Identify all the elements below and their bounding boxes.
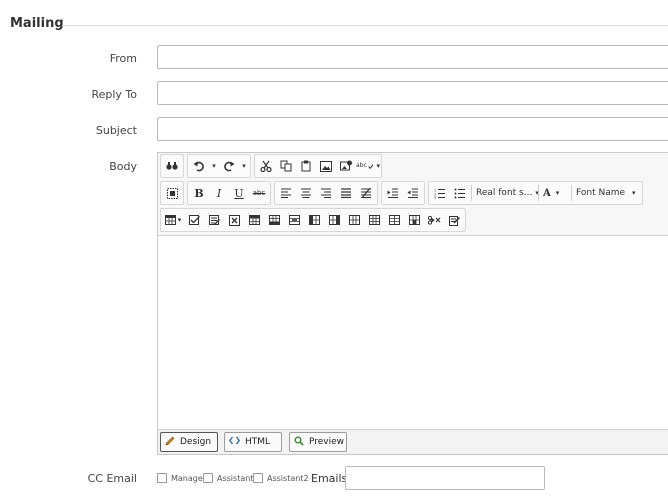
spellcheck-icon[interactable]: abc ▾: [356, 156, 380, 176]
undo-dropdown-icon[interactable]: ▾: [209, 156, 219, 176]
section-divider: [62, 25, 668, 26]
edit-table-icon[interactable]: [444, 210, 464, 230]
manager-label: Manager: [171, 473, 207, 483]
indent-group: [381, 181, 425, 205]
svg-text:3: 3: [434, 196, 436, 199]
cell-properties-icon[interactable]: [404, 210, 424, 230]
bulleted-list-icon[interactable]: [450, 183, 470, 203]
italic-button[interactable]: I: [209, 183, 229, 203]
text-style-group: B I U abc: [187, 181, 271, 205]
find-replace-icon[interactable]: [162, 156, 182, 176]
strikethrough-button[interactable]: abc: [249, 183, 269, 203]
delete-cell-icon[interactable]: [424, 210, 444, 230]
section-title: Mailing: [10, 16, 64, 31]
pencil-icon: [165, 436, 175, 449]
justify-icon[interactable]: [336, 183, 356, 203]
cc-option-assistant1[interactable]: Assistant1: [203, 473, 259, 483]
subject-field[interactable]: [157, 117, 668, 141]
clipboard-group: abc ▾: [254, 154, 382, 178]
image-manager-icon[interactable]: [336, 156, 356, 176]
code-icon: [228, 436, 241, 448]
editor-toolbar: ▾ ▾ abc ▾ B I U abc 1 2 3 Real font s...…: [158, 153, 668, 236]
align-right-icon[interactable]: [316, 183, 336, 203]
assistant2-checkbox[interactable]: [253, 473, 263, 483]
manager-checkbox[interactable]: [157, 473, 167, 483]
preview-mode-button[interactable]: Preview: [289, 432, 347, 452]
align-center-icon[interactable]: [296, 183, 316, 203]
delete-row-icon[interactable]: [284, 210, 304, 230]
undo-redo-group: ▾ ▾: [187, 154, 251, 178]
editor-content-area[interactable]: [158, 236, 668, 430]
font-name-dropdown[interactable]: Font Name ▾: [573, 183, 641, 203]
indent-icon[interactable]: [383, 183, 403, 203]
from-label: From: [109, 52, 137, 65]
alignment-group: [274, 181, 378, 205]
select-all-group: [160, 181, 184, 205]
table-wizard-icon[interactable]: [184, 210, 204, 230]
assistant2-label: Assistant2: [267, 473, 309, 483]
redo-icon[interactable]: [219, 156, 239, 176]
magnifier-icon: [294, 436, 304, 449]
split-cell-icon[interactable]: [384, 210, 404, 230]
cc-email-label: CC Email: [87, 472, 137, 485]
bold-button[interactable]: B: [189, 183, 209, 203]
numbered-list-icon[interactable]: 123: [430, 183, 450, 203]
font-group: 123 Real font s...▾ A▾ Font Name▾: [428, 181, 643, 205]
assistant1-checkbox[interactable]: [203, 473, 213, 483]
from-field[interactable]: [157, 45, 668, 69]
delete-table-icon[interactable]: [224, 210, 244, 230]
editor-mode-bar: Design HTML Preview: [158, 429, 668, 454]
cc-option-manager[interactable]: Manager: [157, 473, 206, 483]
cut-icon[interactable]: [256, 156, 276, 176]
real-font-size-dropdown[interactable]: Real font s...▾: [473, 183, 539, 203]
emails-field[interactable]: [345, 466, 545, 490]
merge-cells-icon[interactable]: [364, 210, 384, 230]
align-left-icon[interactable]: [276, 183, 296, 203]
design-mode-button[interactable]: Design: [160, 432, 218, 452]
find-group: [160, 154, 184, 178]
underline-button[interactable]: U: [229, 183, 249, 203]
paste-icon[interactable]: [296, 156, 316, 176]
copy-icon[interactable]: [276, 156, 296, 176]
table-tools-group: ▾: [160, 208, 466, 232]
html-mode-button[interactable]: HTML: [224, 432, 282, 452]
insert-image-icon[interactable]: [316, 156, 336, 176]
subject-label: Subject: [95, 124, 137, 137]
outdent-icon[interactable]: [403, 183, 423, 203]
insert-table-icon[interactable]: ▾: [162, 210, 184, 230]
font-color-dropdown[interactable]: A ▾: [540, 183, 570, 203]
reply-to-field[interactable]: [157, 81, 668, 105]
cc-option-assistant2[interactable]: Assistant2: [253, 473, 309, 483]
remove-alignment-icon[interactable]: [356, 183, 376, 203]
redo-dropdown-icon[interactable]: ▾: [239, 156, 249, 176]
insert-row-below-icon[interactable]: [264, 210, 284, 230]
delete-column-icon[interactable]: [344, 210, 364, 230]
select-all-icon[interactable]: [162, 183, 182, 203]
table-properties-icon[interactable]: [204, 210, 224, 230]
undo-icon[interactable]: [189, 156, 209, 176]
insert-row-above-icon[interactable]: [244, 210, 264, 230]
rich-text-editor: ▾ ▾ abc ▾ B I U abc 1 2 3 Real font s...…: [157, 152, 668, 455]
insert-column-right-icon[interactable]: [324, 210, 344, 230]
reply-to-label: Reply To: [91, 88, 137, 101]
body-label: Body: [109, 160, 137, 173]
insert-column-left-icon[interactable]: [304, 210, 324, 230]
